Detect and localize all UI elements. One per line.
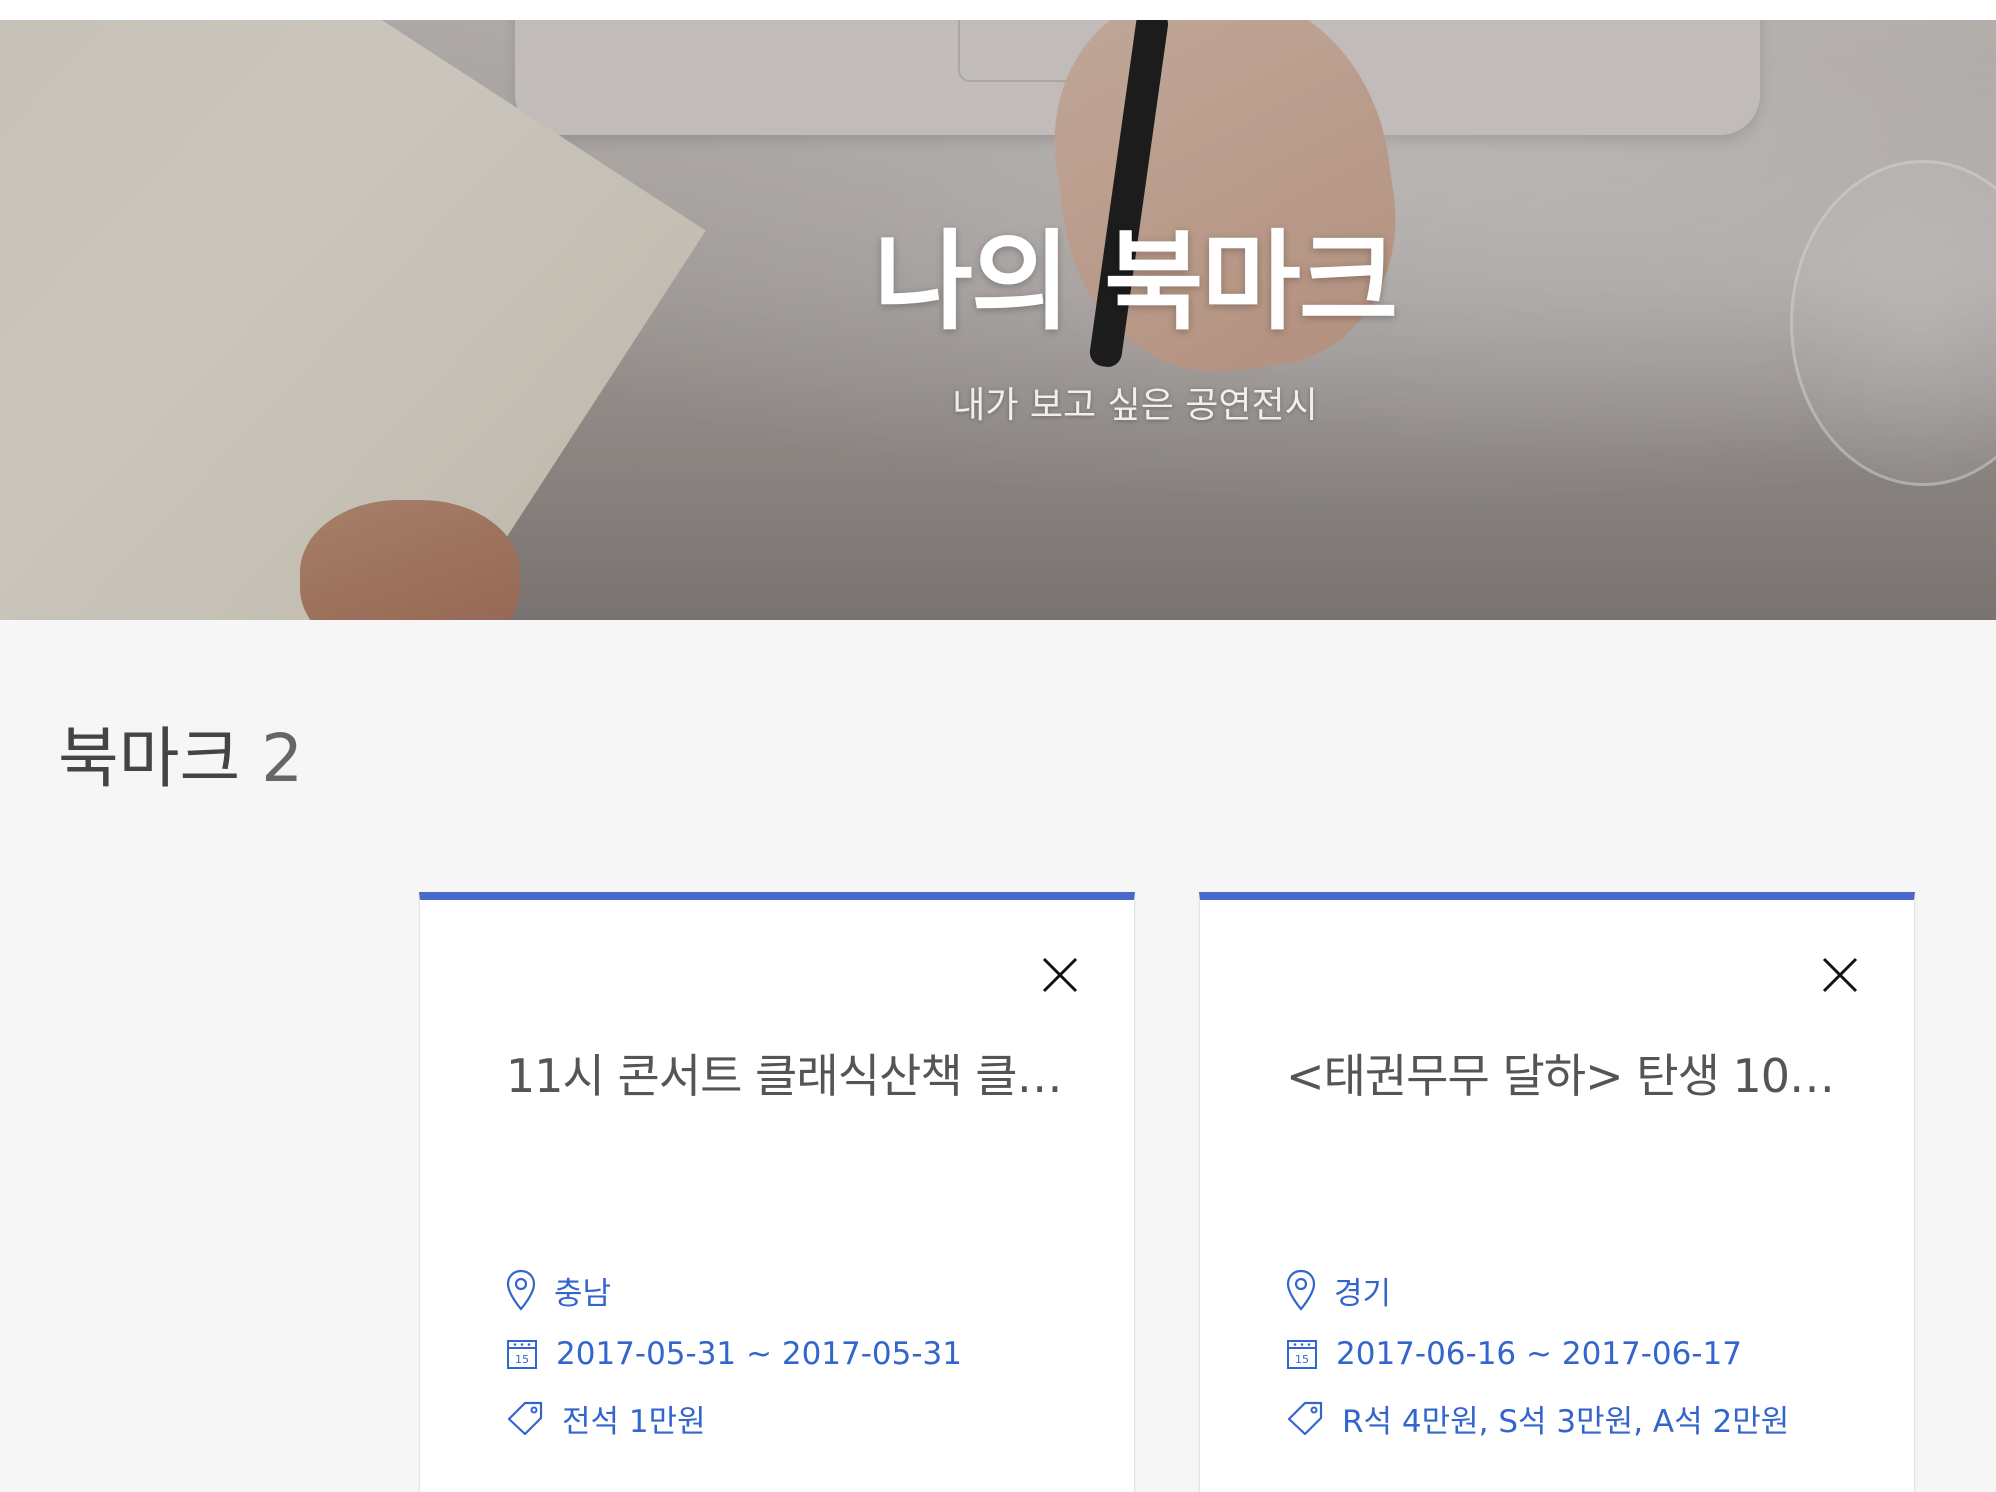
bookmark-card-title[interactable]: 11시 콘서트 클래식산책 클…	[506, 1040, 1066, 1106]
bookmark-card[interactable]: 11시 콘서트 클래식산책 클… 충남 15 2017-05-31 ~ 2017…	[419, 892, 1135, 1492]
close-icon[interactable]	[1040, 955, 1080, 995]
price-tag-icon	[507, 1401, 543, 1435]
bookmark-price-text: 전석 1만원	[562, 1403, 706, 1440]
bookmark-card[interactable]: <태권무무 달하> 탄생 10주… 경기 15 2017-06-16 ~ 201…	[1199, 892, 1915, 1492]
bookmark-price: R석 4만원, S석 3만원, A석 2만원	[1286, 1396, 1866, 1440]
calendar-icon: 15	[507, 1340, 537, 1369]
hero-subtitle: 내가 보고 싶은 공연전시	[952, 385, 1318, 426]
bookmark-location-text: 경기	[1334, 1275, 1392, 1312]
bookmark-location: 충남	[506, 1268, 1086, 1312]
svg-text:15: 15	[1295, 1353, 1309, 1366]
hero-title: 나의 북마크	[873, 220, 1398, 345]
price-tag-icon	[1287, 1401, 1323, 1435]
bookmark-location: 경기	[1286, 1268, 1866, 1312]
bookmark-dates: 15 2017-05-31 ~ 2017-05-31	[506, 1332, 1086, 1376]
svg-text:15: 15	[515, 1353, 529, 1366]
location-pin-icon	[1286, 1269, 1316, 1311]
calendar-icon: 15	[1287, 1340, 1317, 1369]
close-icon[interactable]	[1820, 955, 1860, 995]
bookmark-location-text: 충남	[554, 1275, 612, 1312]
bookmark-card-title[interactable]: <태권무무 달하> 탄생 10주…	[1286, 1040, 1846, 1106]
bookmark-heading-label: 북마크	[58, 720, 241, 797]
bookmark-count: 2	[261, 720, 304, 797]
bookmark-price-text: R석 4만원, S석 3만원, A석 2만원	[1342, 1403, 1790, 1440]
bookmark-dates-text: 2017-05-31 ~ 2017-05-31	[556, 1336, 962, 1372]
bookmark-price: 전석 1만원	[506, 1396, 1086, 1440]
bookmark-count-heading: 북마크 2	[58, 705, 303, 801]
bookmark-dates: 15 2017-06-16 ~ 2017-06-17	[1286, 1332, 1866, 1376]
top-bar	[0, 0, 1996, 20]
bookmark-dates-text: 2017-06-16 ~ 2017-06-17	[1336, 1336, 1742, 1372]
location-pin-icon	[506, 1269, 536, 1311]
